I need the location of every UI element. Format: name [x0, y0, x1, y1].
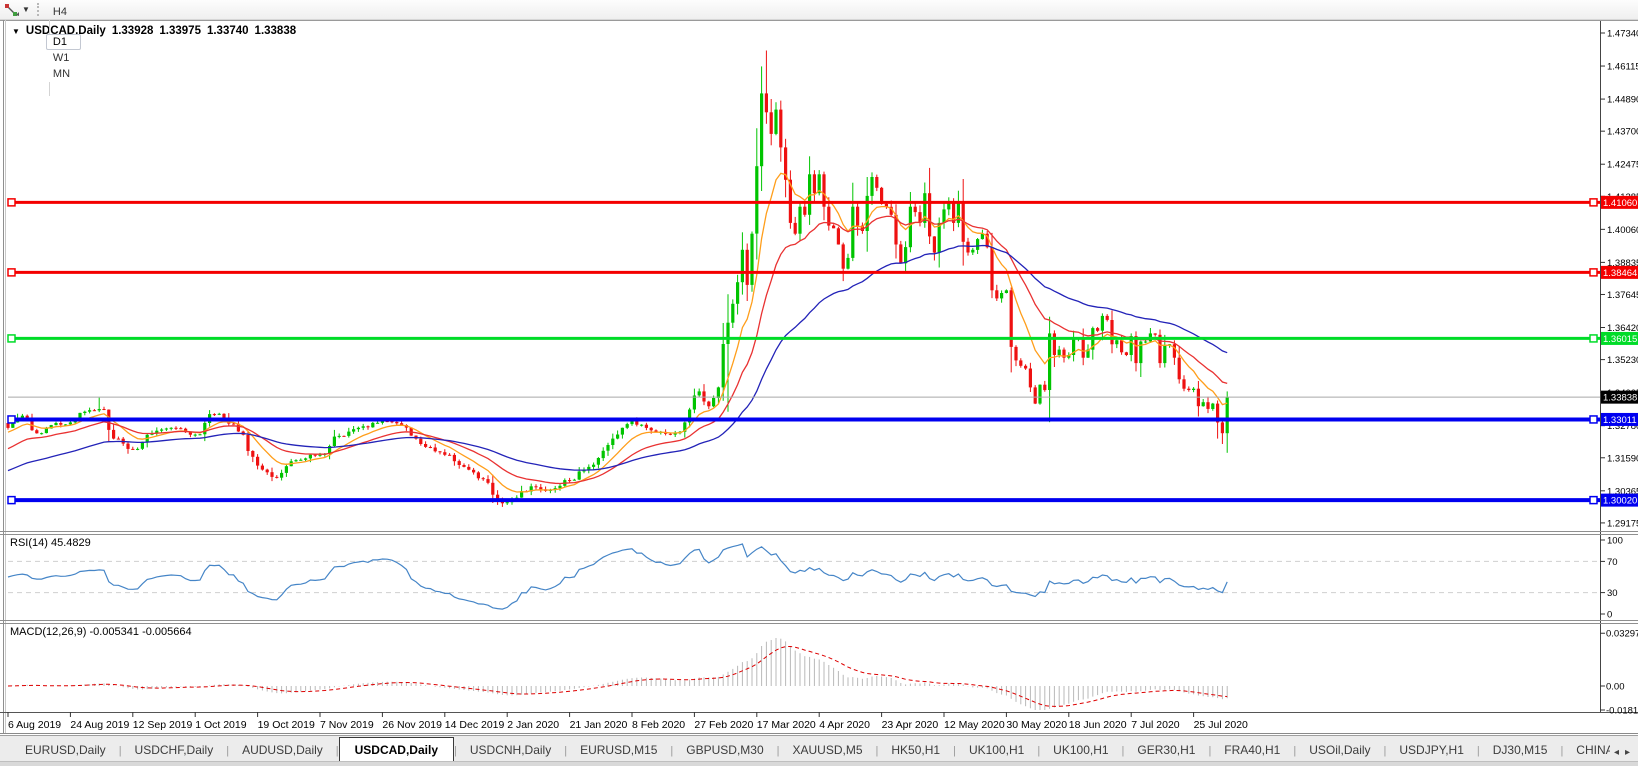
timeframe-button-MN[interactable]: MN — [46, 66, 81, 82]
svg-text:23 Apr 2020: 23 Apr 2020 — [882, 719, 939, 731]
rsi-plot-area[interactable] — [8, 534, 1600, 620]
tab-eurusd-m15[interactable]: EURUSD,M15 — [567, 738, 670, 762]
macd-plot-area[interactable] — [8, 623, 1600, 712]
hline-handle[interactable] — [1590, 335, 1597, 342]
hline-handle[interactable] — [8, 269, 15, 276]
tab-uk100-h1[interactable]: UK100,H1 — [956, 738, 1037, 762]
svg-text:30 May 2020: 30 May 2020 — [1006, 719, 1067, 731]
timeframe-button-H4[interactable]: H4 — [46, 4, 81, 20]
tab-usdcnh-daily[interactable]: USDCNH,Daily — [457, 738, 564, 762]
hline-handle[interactable] — [1590, 497, 1597, 504]
timeframe-button-D1[interactable]: D1 — [46, 34, 81, 50]
tab-ger30-h1[interactable]: GER30,H1 — [1124, 738, 1208, 762]
hline-handle[interactable] — [8, 497, 15, 504]
main-chart-plot-area[interactable] — [8, 22, 1600, 531]
macd-indicator-label: MACD(12,26,9) -0.005341 -0.005664 — [10, 626, 192, 638]
svg-text:-0.01815: -0.01815 — [1606, 706, 1638, 717]
ohlc-low: 1.33740 — [207, 25, 249, 37]
tab-dj30-m15[interactable]: DJ30,M15 — [1480, 738, 1561, 762]
price-axis-scale[interactable] — [1601, 22, 1638, 712]
svg-text:1.37645: 1.37645 — [1607, 290, 1638, 301]
tab-uk100-h1-2[interactable]: UK100,H1 — [1040, 738, 1121, 762]
chart-canvas: 1.473401.461151.448901.437001.424751.412… — [0, 0, 1638, 766]
svg-text:12 Sep 2019: 12 Sep 2019 — [133, 719, 193, 731]
svg-text:70: 70 — [1607, 557, 1618, 568]
symbol-dropdown-icon[interactable]: ▼ — [12, 27, 20, 36]
svg-text:1.36015: 1.36015 — [1603, 334, 1637, 345]
svg-text:18 Jun 2020: 18 Jun 2020 — [1069, 719, 1127, 731]
svg-text:100: 100 — [1607, 536, 1623, 547]
window-bottom-strip — [0, 761, 1638, 766]
hline-handle[interactable] — [8, 416, 15, 423]
svg-text:19 Oct 2019: 19 Oct 2019 — [258, 719, 315, 731]
tab-scroll-right-icon[interactable]: ▸ — [1625, 747, 1630, 758]
svg-text:21 Jan 2020: 21 Jan 2020 — [570, 719, 628, 731]
tab-usdjpy-h1[interactable]: USDJPY,H1 — [1386, 738, 1476, 762]
hline-handle[interactable] — [1590, 199, 1597, 206]
svg-text:1.46115: 1.46115 — [1607, 62, 1638, 73]
svg-text:27 Feb 2020: 27 Feb 2020 — [694, 719, 753, 731]
svg-text:1.44890: 1.44890 — [1607, 95, 1638, 106]
svg-text:17 Mar 2020: 17 Mar 2020 — [757, 719, 816, 731]
svg-text:1.29175: 1.29175 — [1607, 518, 1638, 529]
svg-text:0.032972: 0.032972 — [1606, 629, 1638, 640]
svg-text:1.33838: 1.33838 — [1603, 393, 1637, 404]
svg-text:1.35230: 1.35230 — [1607, 355, 1638, 366]
tab-audusd-daily[interactable]: AUDUSD,Daily — [229, 738, 336, 762]
svg-text:30: 30 — [1607, 588, 1618, 599]
svg-text:2 Jan 2020: 2 Jan 2020 — [507, 719, 559, 731]
timeframe-buttons: M1M5M15M30H1H4D1W1MN — [46, 0, 81, 96]
svg-text:0: 0 — [1607, 610, 1612, 621]
tab-eurusd-daily[interactable]: EURUSD,Daily — [12, 738, 119, 762]
svg-text:14 Dec 2019: 14 Dec 2019 — [445, 719, 505, 731]
svg-text:24 Aug 2019: 24 Aug 2019 — [70, 719, 129, 731]
tab-china300-h4[interactable]: CHINA300,H4 — [1563, 738, 1610, 762]
rsi-indicator-label: RSI(14) 45.4829 — [10, 537, 91, 549]
toolbar-dropdown-caret-icon[interactable]: ▼ — [22, 5, 30, 14]
toolbar-separator — [49, 20, 50, 34]
tab-usdchf-daily[interactable]: USDCHF,Daily — [122, 738, 227, 762]
svg-text:8 Feb 2020: 8 Feb 2020 — [632, 719, 685, 731]
tab-fra40-h1[interactable]: FRA40,H1 — [1211, 738, 1293, 762]
svg-text:4 Apr 2020: 4 Apr 2020 — [819, 719, 870, 731]
svg-text:1.47340: 1.47340 — [1607, 29, 1638, 40]
hline-handle[interactable] — [8, 335, 15, 342]
tab-scroll-controls: ◂ ▸ — [1610, 747, 1638, 762]
tab-gbpusd-m30[interactable]: GBPUSD,M30 — [673, 738, 776, 762]
svg-text:7 Nov 2019: 7 Nov 2019 — [320, 719, 374, 731]
svg-text:1.38464: 1.38464 — [1603, 268, 1637, 279]
svg-text:1 Oct 2019: 1 Oct 2019 — [195, 719, 247, 731]
svg-text:1.33011: 1.33011 — [1603, 415, 1637, 426]
tab-hk50-h1[interactable]: HK50,H1 — [878, 738, 953, 762]
svg-text:1.41060: 1.41060 — [1603, 198, 1637, 209]
svg-text:1.40060: 1.40060 — [1607, 225, 1638, 236]
ohlc-high: 1.33975 — [159, 25, 201, 37]
chart-tab-bar: EURUSD,Daily|USDCHF,Daily|AUDUSD,Daily|U… — [0, 735, 1638, 762]
svg-text:1.30020: 1.30020 — [1603, 496, 1637, 507]
svg-text:1.42475: 1.42475 — [1607, 160, 1638, 171]
ohlc-close: 1.33838 — [255, 25, 297, 37]
hline-handle[interactable] — [1590, 416, 1597, 423]
tab-scroll-left-icon[interactable]: ◂ — [1614, 747, 1619, 758]
toolbar-separator — [49, 82, 50, 96]
toolbar-grip-handle[interactable] — [37, 3, 39, 16]
ohlc-open: 1.33928 — [112, 25, 154, 37]
chart-tabs: EURUSD,Daily|USDCHF,Daily|AUDUSD,Daily|U… — [0, 736, 1610, 762]
chart-cursor-icon[interactable] — [3, 2, 21, 17]
svg-text:25 Jul 2020: 25 Jul 2020 — [1194, 719, 1248, 731]
svg-text:1.31590: 1.31590 — [1607, 453, 1638, 464]
svg-text:7 Jul 2020: 7 Jul 2020 — [1131, 719, 1180, 731]
svg-text:6 Aug 2019: 6 Aug 2019 — [8, 719, 61, 731]
svg-text:12 May 2020: 12 May 2020 — [944, 719, 1005, 731]
toolbar: ▼ M1M5M15M30H1H4D1W1MN — [0, 0, 1638, 20]
hline-handle[interactable] — [1590, 269, 1597, 276]
svg-text:26 Nov 2019: 26 Nov 2019 — [382, 719, 442, 731]
svg-text:0.00: 0.00 — [1606, 682, 1625, 693]
tab-usoil-daily[interactable]: USOil,Daily — [1296, 738, 1383, 762]
hline-handle[interactable] — [8, 199, 15, 206]
svg-text:1.43700: 1.43700 — [1607, 127, 1638, 138]
timeframe-button-W1[interactable]: W1 — [46, 50, 81, 66]
tab-usdcad-daily[interactable]: USDCAD,Daily — [339, 737, 454, 762]
tab-xauusd-m5[interactable]: XAUUSD,M5 — [780, 738, 876, 762]
